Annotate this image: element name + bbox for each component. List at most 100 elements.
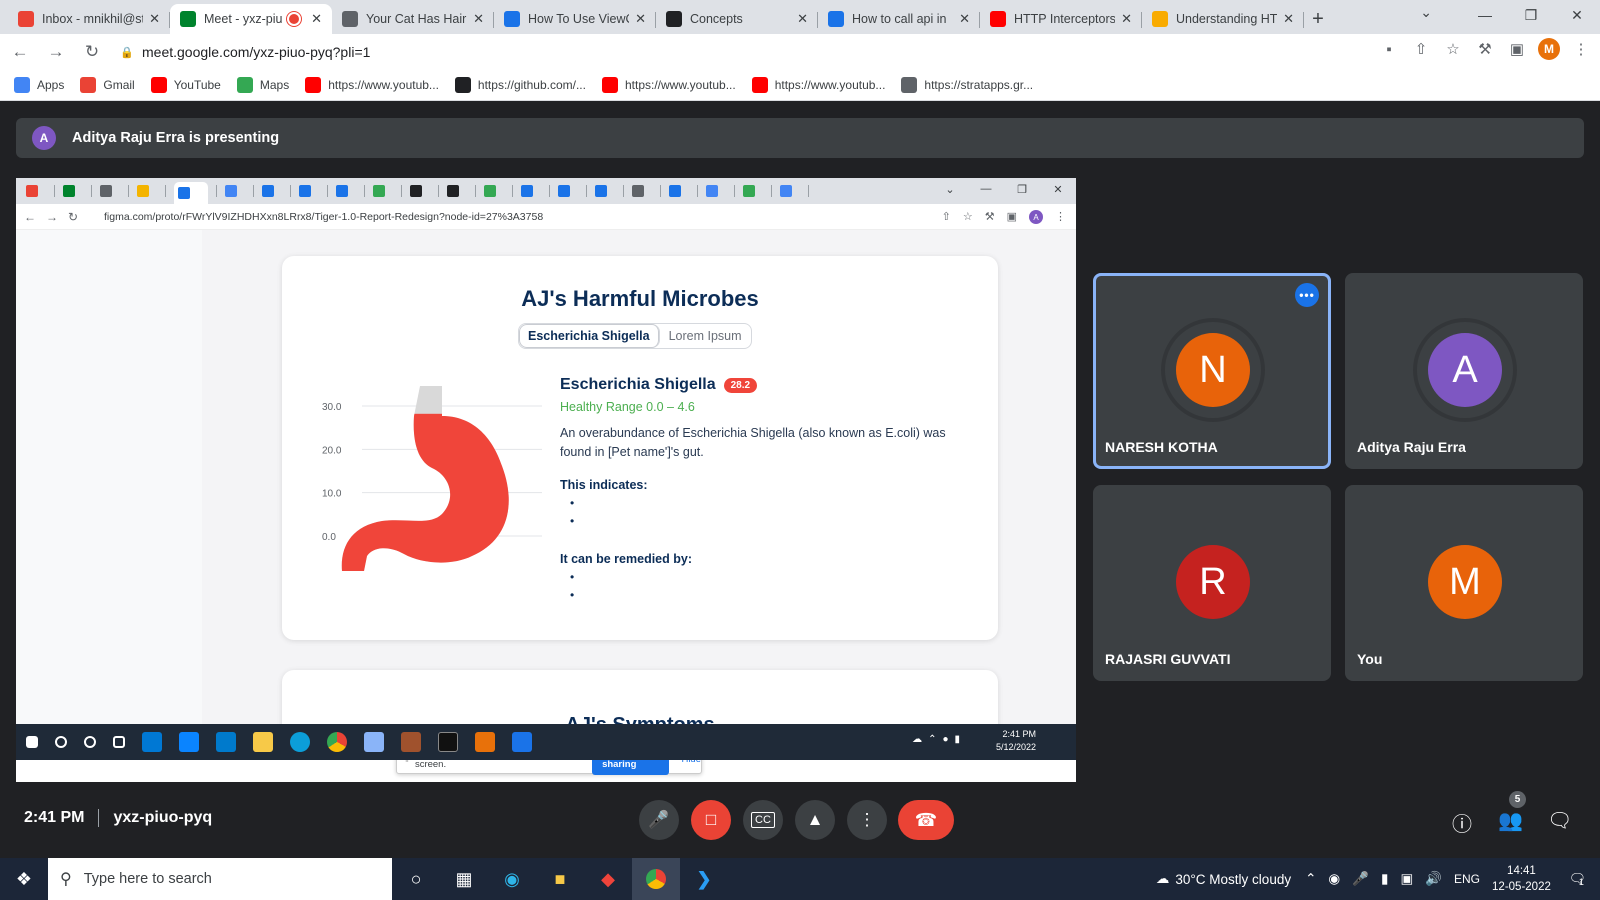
close-tab-icon[interactable]: ✕ — [1283, 11, 1294, 27]
shared-tab-favicon-icon — [447, 185, 459, 197]
shared-taskbar: ☁⌃●▮ 2:41 PM 5/12/2022 — [16, 724, 1076, 760]
shared-browser-tab — [174, 182, 217, 204]
chrome-button[interactable] — [632, 858, 680, 900]
forward-icon[interactable]: → — [40, 36, 72, 68]
file-explorer-button[interactable]: ■ — [536, 858, 584, 900]
vscode-button[interactable]: ❯ — [680, 858, 728, 900]
chat-icon[interactable]: 🗨 — [1547, 808, 1572, 833]
bookmark-item[interactable]: https://github.com/... — [454, 77, 586, 93]
shared-tab-favicon-icon — [558, 185, 570, 197]
shared-sidepanel-icon: ▣ — [1006, 211, 1017, 223]
browser-tab[interactable]: How To Use ViewC ✕ — [494, 4, 656, 34]
meeting-details-icon[interactable]: ⓘ — [1452, 808, 1472, 837]
more-options-icon[interactable]: ••• — [1295, 283, 1319, 307]
battery-icon[interactable]: ▮ — [1381, 871, 1388, 887]
close-tab-icon[interactable]: ✕ — [959, 11, 970, 27]
camera-icon[interactable]: ▪ — [1378, 38, 1400, 60]
weather-text[interactable]: 30°C Mostly cloudy — [1175, 872, 1291, 887]
participant-tile-rajasri[interactable]: R RAJASRI GUVVATI — [1093, 485, 1331, 681]
participant-tile-naresh[interactable]: N ••• NARESH KOTHA — [1093, 273, 1331, 469]
browser-tab[interactable]: Your Cat Has Hairb ✕ — [332, 4, 494, 34]
close-window-icon[interactable]: ✕ — [1554, 0, 1600, 30]
close-tab-icon[interactable]: ✕ — [635, 11, 646, 27]
side-panel-icon[interactable]: ▣ — [1506, 38, 1528, 60]
bookmark-item[interactable]: https://www.youtub... — [601, 77, 736, 93]
cortana-button[interactable]: ○ — [392, 858, 440, 900]
bookmark-item[interactable]: Maps — [236, 77, 289, 93]
bookmark-item[interactable]: YouTube — [150, 77, 221, 93]
bookmark-label: YouTube — [173, 78, 221, 92]
github-icon — [454, 77, 471, 93]
minimize-icon[interactable]: — — [1462, 0, 1508, 30]
close-tab-icon[interactable]: ✕ — [797, 11, 808, 27]
hangup-icon: ☎ — [914, 809, 938, 830]
bookmark-item[interactable]: https://www.youtub... — [751, 77, 885, 93]
profile-avatar[interactable]: M — [1538, 38, 1560, 60]
participant-tile-aditya[interactable]: A Aditya Raju Erra — [1345, 273, 1583, 469]
indicates-bullet-2: • — [570, 514, 575, 528]
microphone-button[interactable]: 🎤 — [639, 800, 679, 840]
participant-name: NARESH KOTHA — [1105, 439, 1218, 455]
restore-icon[interactable]: ❐ — [1508, 0, 1554, 30]
bookmark-item[interactable]: Gmail — [80, 77, 135, 93]
close-tab-icon[interactable]: ✕ — [1121, 11, 1132, 27]
bookmark-label: Gmail — [103, 78, 135, 92]
back-icon[interactable]: ← — [4, 36, 36, 68]
shared-browser-tab — [26, 182, 55, 200]
more-options-button[interactable]: ⋮ — [847, 800, 887, 840]
anydesk-button[interactable]: ◆ — [584, 858, 632, 900]
leave-call-button[interactable]: ☎ — [898, 800, 954, 840]
edge-button[interactable]: ◉ — [488, 858, 536, 900]
participant-avatar: M — [1428, 545, 1502, 619]
pill-lorem: Lorem Ipsum — [668, 329, 742, 343]
browser-tab[interactable]: HTTP Interceptors ✕ — [980, 4, 1142, 34]
close-tab-icon[interactable]: ✕ — [149, 11, 160, 27]
shared-terminal-icon — [438, 732, 458, 752]
present-button[interactable]: ▲ — [795, 800, 835, 840]
shared-browser-tab — [262, 182, 291, 200]
address-bar[interactable]: 🔒 meet.google.com/yxz-piuo-pyq?pli=1 — [116, 38, 1326, 66]
browser-tab[interactable]: Inbox - mnikhil@st ✕ — [8, 4, 170, 34]
start-button[interactable]: ❖ — [0, 858, 48, 900]
browser-tab[interactable]: Concepts ✕ — [656, 4, 818, 34]
share-icon[interactable]: ⇧ — [1410, 38, 1432, 60]
meet-icon — [180, 11, 196, 27]
bookmark-star-icon[interactable]: ☆ — [1442, 38, 1464, 60]
bookmark-item[interactable]: Apps — [14, 77, 64, 93]
tab-search-icon[interactable]: ⌄ — [1420, 4, 1432, 21]
new-tab-button[interactable]: + — [1304, 4, 1332, 34]
reload-icon[interactable]: ↻ — [76, 36, 108, 68]
camera-off-button[interactable]: □ — [691, 800, 731, 840]
people-icon[interactable]: 👥 — [1498, 808, 1523, 833]
tab-title: Your Cat Has Hairb — [366, 12, 468, 26]
task-view-button[interactable]: ▦ — [440, 858, 488, 900]
browser-tab[interactable]: Meet - yxz-piu ✕ — [170, 4, 332, 34]
mic-tray-icon[interactable]: 🎤 — [1352, 871, 1369, 887]
vscode-icon: ❯ — [696, 868, 712, 889]
tray-overflow-icon[interactable]: ⌃ — [1305, 871, 1316, 887]
web-icon — [342, 11, 358, 27]
captions-icon: CC — [751, 812, 775, 828]
taskbar-search-box[interactable]: ⚲ Type here to search — [48, 858, 392, 900]
bookmark-label: https://www.youtub... — [624, 78, 736, 92]
presenting-text: Aditya Raju Erra is presenting — [72, 130, 280, 146]
browser-tab[interactable]: How to call api in ✕ — [818, 4, 980, 34]
extensions-icon[interactable]: ⚒ — [1474, 38, 1496, 60]
participant-tile-you[interactable]: M You — [1345, 485, 1583, 681]
bookmark-item[interactable]: https://www.youtub... — [305, 77, 439, 93]
meet-tray-icon[interactable]: ◉ — [1328, 871, 1340, 887]
language-indicator[interactable]: ENG — [1454, 872, 1480, 886]
captions-button[interactable]: CC — [743, 800, 783, 840]
bookmark-item[interactable]: https://stratapps.gr... — [901, 77, 1033, 93]
close-tab-icon[interactable]: ✕ — [311, 11, 322, 27]
shared-tab-favicon-icon — [100, 185, 112, 197]
notifications-icon[interactable]: 🗨 1 — [1569, 871, 1586, 887]
volume-icon[interactable]: 🔊 — [1425, 871, 1442, 887]
close-tab-icon[interactable]: ✕ — [473, 11, 484, 27]
taskbar-clock[interactable]: 14:41 12-05-2022 — [1492, 863, 1551, 895]
network-icon[interactable]: ▣ — [1400, 871, 1413, 887]
more-menu-icon[interactable]: ⋮ — [1570, 38, 1592, 60]
shared-tab-favicon-icon — [26, 185, 38, 197]
shared-store-icon — [179, 732, 199, 752]
browser-tab[interactable]: Understanding HT ✕ — [1142, 4, 1304, 34]
